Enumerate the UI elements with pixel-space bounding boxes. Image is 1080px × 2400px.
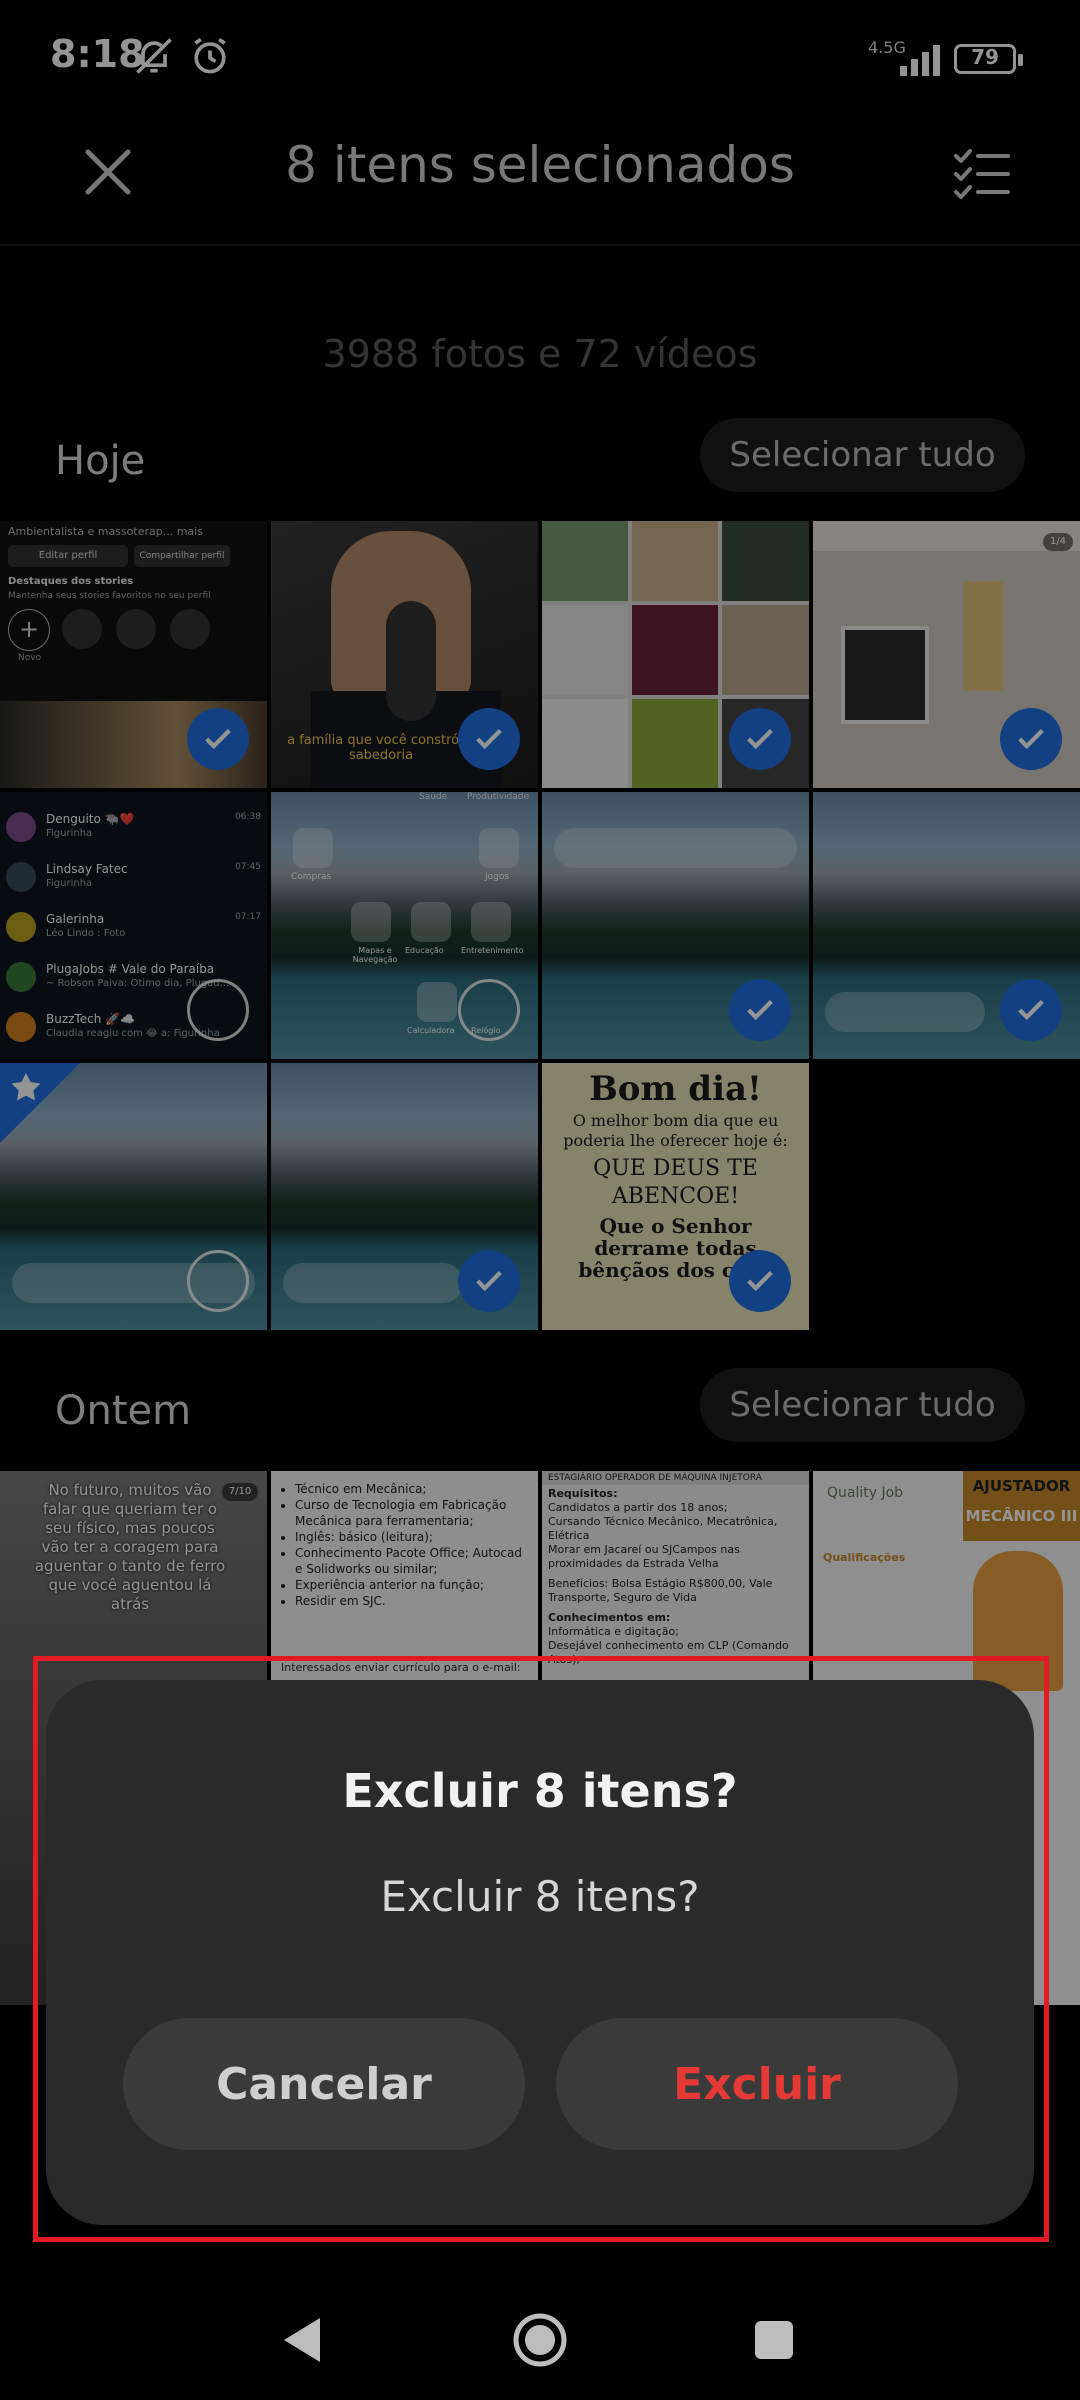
home-icon[interactable] bbox=[510, 2310, 570, 2370]
recents-icon[interactable] bbox=[752, 2318, 796, 2362]
navigation-bar bbox=[0, 2268, 1080, 2400]
back-icon[interactable] bbox=[280, 2316, 324, 2364]
highlight-box bbox=[33, 1656, 1049, 2242]
